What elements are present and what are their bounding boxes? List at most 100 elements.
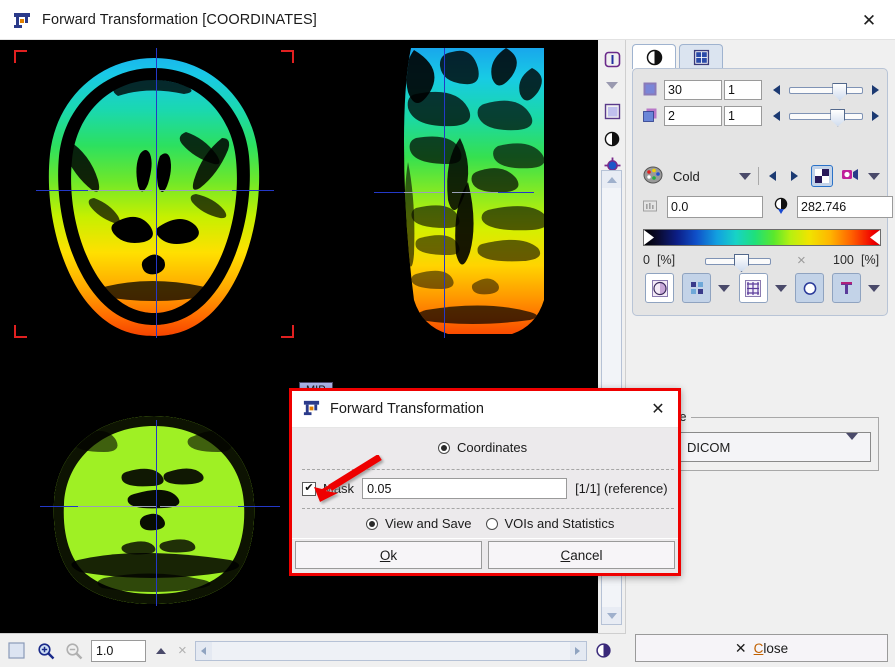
grid-icon: [745, 279, 762, 297]
crosshair-horizontal[interactable]: [404, 192, 444, 193]
crosshair-vertical[interactable]: [156, 420, 157, 606]
expand-zoom-button[interactable]: [156, 647, 166, 654]
forward-transformation-dialog: Forward Transformation ✕ Coordinates ✔ M…: [289, 388, 681, 576]
save-dropdown-caret[interactable]: [846, 433, 858, 454]
tab-layout[interactable]: [679, 44, 723, 69]
scroll-down-button[interactable]: [602, 607, 621, 624]
shape-tool-button[interactable]: [795, 273, 825, 303]
slice-value-input[interactable]: [664, 80, 722, 100]
crosshair-horizontal[interactable]: [498, 192, 534, 193]
grid-tool-button[interactable]: [738, 273, 768, 303]
scroll-right-button[interactable]: [569, 641, 586, 660]
slice-view-axial[interactable]: [8, 44, 300, 342]
frame-decrement-button[interactable]: [771, 108, 781, 124]
frame-step-input[interactable]: [724, 106, 762, 126]
invert-colormap-button[interactable]: [811, 165, 833, 187]
range-min-input[interactable]: [667, 196, 763, 218]
slice-step-input[interactable]: [724, 80, 762, 100]
coordinates-radio-row[interactable]: Coordinates: [438, 440, 527, 455]
viewer-horizontal-scrollbar[interactable]: [194, 640, 587, 661]
contrast-icon: [646, 49, 662, 65]
vois-and-statistics-radio[interactable]: [485, 517, 498, 530]
clear-zoom-button[interactable]: ×: [178, 642, 187, 659]
colormap-apply-button[interactable]: [841, 167, 859, 185]
layout-grid-icon: [693, 49, 709, 65]
range-max-input[interactable]: [797, 196, 893, 218]
crosshair-horizontal[interactable]: [88, 190, 152, 191]
window-close-button[interactable]: ✕: [843, 0, 895, 40]
view-and-save-radio[interactable]: [366, 517, 378, 530]
slice-view-sagittal-mip[interactable]: [356, 42, 598, 344]
contrast-icon[interactable]: [598, 126, 626, 152]
scale-min-value: 0: [643, 253, 650, 267]
contrast-tool-button[interactable]: [645, 273, 675, 303]
mask-checkbox[interactable]: ✔: [302, 481, 316, 496]
slice-slider[interactable]: [789, 82, 863, 101]
application-window: Forward Transformation [COORDINATES] ✕ 3…: [0, 0, 895, 667]
crosshair-horizontal[interactable]: [78, 506, 156, 507]
crosshair-horizontal[interactable]: [160, 190, 232, 191]
histogram-icon: [643, 200, 657, 215]
slice-increment-button[interactable]: [871, 82, 881, 98]
overlay-tool-button[interactable]: [682, 273, 712, 303]
overlay-dropdown-caret[interactable]: [717, 280, 731, 296]
zoom-level-input[interactable]: [91, 639, 146, 662]
crosshair-horizontal[interactable]: [36, 190, 88, 191]
scale-slider[interactable]: [705, 254, 771, 272]
colormap-dropdown-caret[interactable]: [738, 168, 752, 184]
slice-decrement-button[interactable]: [771, 82, 781, 98]
scale-min-unit: [%]: [657, 253, 676, 267]
scale-clear-button[interactable]: ×: [797, 252, 806, 269]
crosshair-vertical[interactable]: [444, 48, 445, 338]
slice-control-row: [643, 79, 881, 101]
contrast-toggle-icon[interactable]: [595, 642, 612, 659]
grid-dropdown-caret[interactable]: [774, 280, 788, 296]
frame-increment-button[interactable]: [871, 108, 881, 124]
coordinates-radio[interactable]: [438, 441, 450, 454]
crosshair-horizontal[interactable]: [452, 192, 498, 193]
crosshair-horizontal[interactable]: [232, 190, 274, 191]
crosshair-horizontal[interactable]: [238, 506, 280, 507]
mask-row: ✔ Mask [1/1] (reference): [302, 478, 674, 499]
transform-icon: [12, 10, 32, 30]
crosshair-vertical[interactable]: [156, 48, 157, 338]
ok-button-label: k: [390, 547, 398, 563]
corner-marker: [281, 325, 294, 338]
dialog-button-bar: Ok Cancel: [292, 539, 678, 573]
square-icon[interactable]: [598, 98, 626, 124]
threshold-icon[interactable]: [773, 197, 789, 218]
frame-slider[interactable]: [789, 108, 863, 127]
window-titlebar: Forward Transformation [COORDINATES] ✕: [0, 0, 895, 40]
zoom-in-icon[interactable]: [37, 642, 55, 660]
slice-view-coronal[interactable]: [18, 410, 290, 616]
colorbar[interactable]: [643, 229, 881, 246]
chevron-down-icon[interactable]: [598, 72, 626, 98]
mode-radio-row: View and Save VOIs and Statistics: [366, 516, 614, 531]
scroll-up-button[interactable]: [602, 171, 621, 188]
crosshair-horizontal[interactable]: [160, 506, 240, 507]
info-icon[interactable]: [598, 46, 626, 72]
dialog-close-button[interactable]: ✕: [648, 399, 668, 419]
frame-value-input[interactable]: [664, 106, 722, 126]
close-button-label: lose: [763, 640, 789, 656]
selection-icon[interactable]: [8, 642, 25, 659]
tool-button-row: [645, 271, 881, 305]
mask-reference-label: [1/1] (reference): [575, 481, 668, 496]
ok-button[interactable]: Ok: [295, 541, 482, 569]
annotate-dropdown-caret[interactable]: [867, 280, 881, 296]
dialog-titlebar: Forward Transformation ✕: [292, 391, 678, 428]
colormap-more-caret[interactable]: [867, 168, 881, 184]
colormap-name: Cold: [673, 168, 700, 184]
cancel-button[interactable]: Cancel: [488, 541, 675, 569]
tab-contrast[interactable]: [632, 44, 676, 69]
save-format-dropdown[interactable]: DICOM: [653, 432, 871, 462]
scroll-left-button[interactable]: [195, 641, 212, 660]
zoom-out-icon[interactable]: [65, 642, 83, 660]
colormap-next-button[interactable]: [787, 168, 801, 184]
close-icon: ✕: [734, 639, 747, 656]
colormap-prev-button[interactable]: [765, 168, 779, 184]
mask-value-input[interactable]: [362, 478, 568, 499]
contrast-panel: Cold: [632, 68, 893, 316]
annotate-tool-button[interactable]: [832, 273, 862, 303]
close-button[interactable]: ✕ Close: [635, 634, 888, 662]
